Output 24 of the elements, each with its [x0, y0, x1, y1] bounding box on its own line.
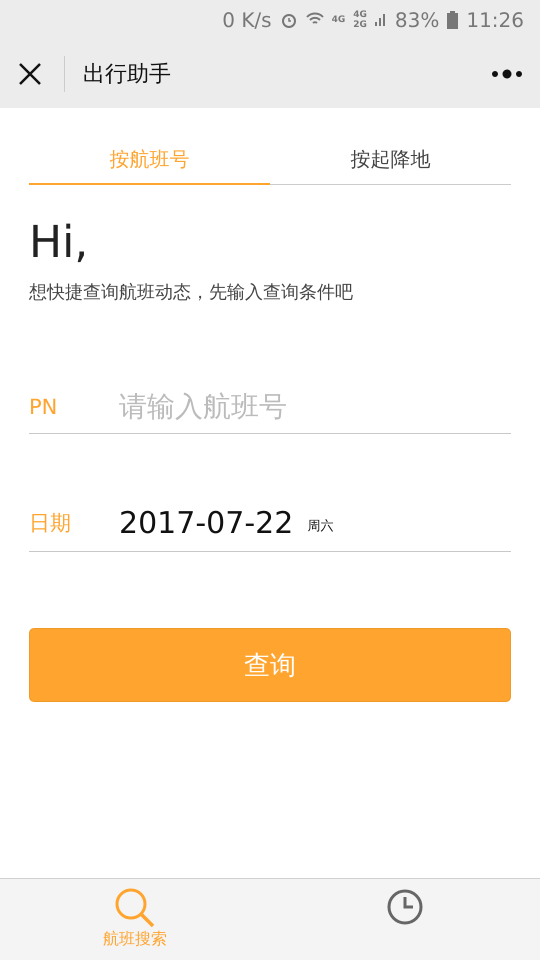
search-tab[interactable]: 按航班号	[29, 146, 270, 185]
window-title: 出行助手	[83, 61, 172, 89]
network-type: 4G	[353, 10, 367, 20]
network-type: 4G	[332, 15, 346, 25]
weekday: 周六	[307, 518, 334, 536]
greeting: Hi,	[29, 217, 90, 268]
subtitle: 想快捷查询航班动态，先输入查询条件吧	[29, 281, 354, 304]
tab-label[interactable]: 航班搜索	[103, 929, 167, 950]
clock-icon[interactable]	[385, 887, 425, 927]
battery-level: 83%	[394, 8, 440, 32]
flight-number-field[interactable]: 请输入航班号	[119, 390, 511, 423]
clock-time: 11:26	[466, 8, 524, 32]
alarm-icon	[280, 11, 298, 29]
close-icon[interactable]	[18, 62, 42, 86]
search-tab[interactable]: 按起降地	[270, 146, 511, 185]
field-label: 日期	[29, 510, 72, 537]
signal-icon	[374, 12, 387, 28]
date-value[interactable]: 2017-07-22	[119, 506, 294, 541]
more-icon[interactable]	[492, 69, 522, 79]
battery-icon	[447, 11, 458, 29]
query-button[interactable]: 查询	[29, 628, 511, 702]
network-speed: 0 K/s	[222, 8, 272, 32]
field-label: PN	[29, 395, 58, 421]
network-type: 2G	[353, 20, 367, 30]
